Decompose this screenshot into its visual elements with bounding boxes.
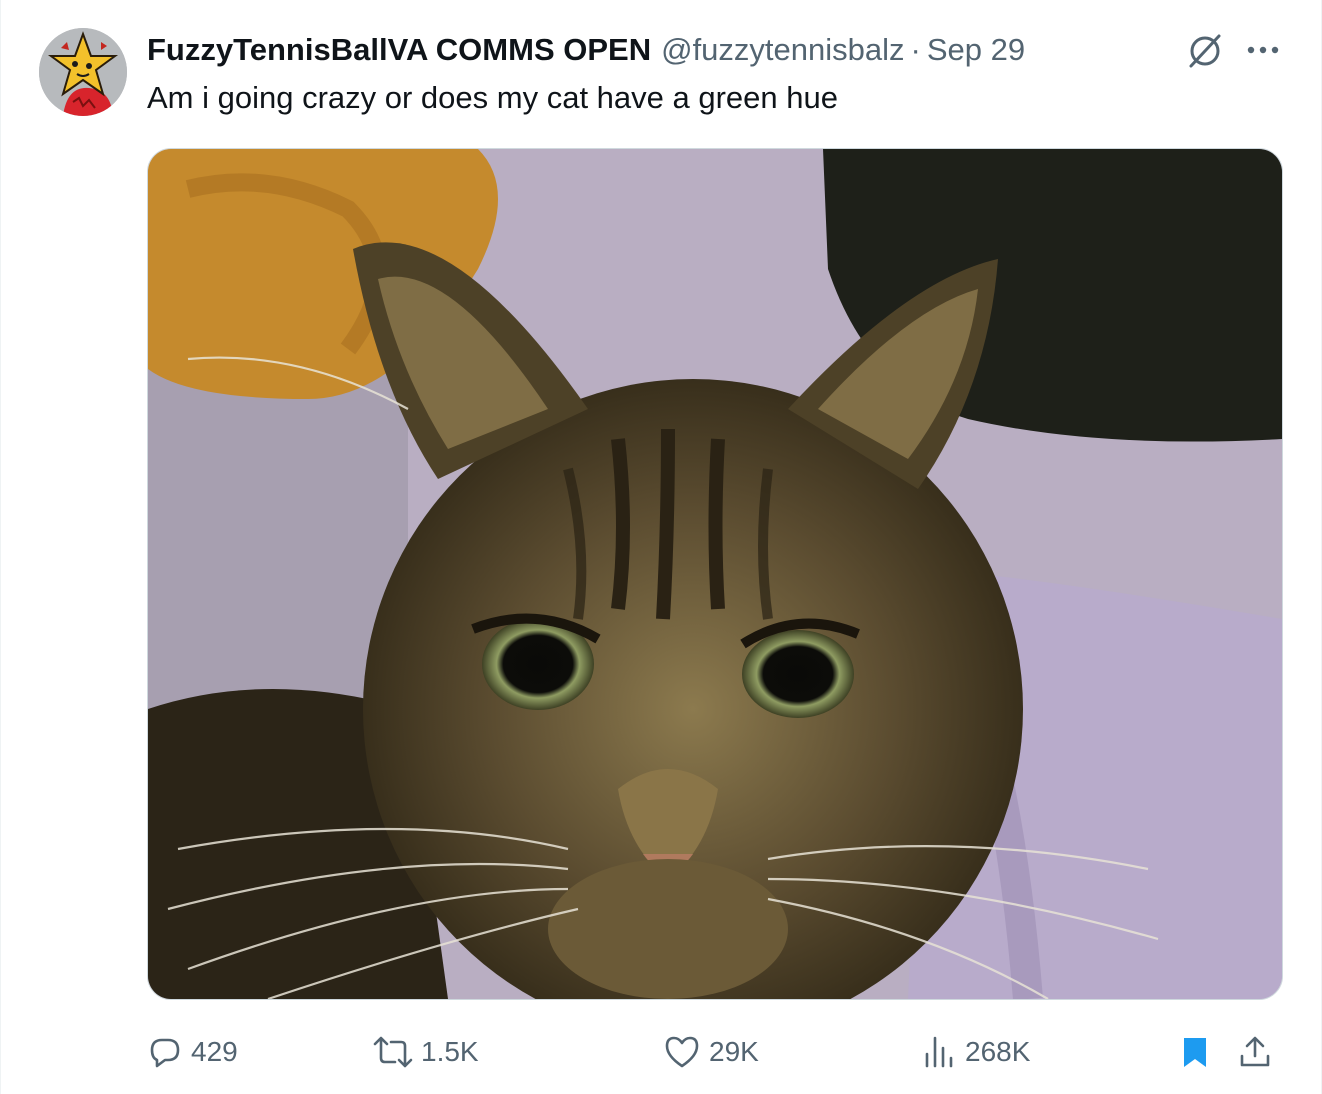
like-icon — [665, 1036, 699, 1068]
repost-icon — [373, 1036, 413, 1068]
avatar[interactable] — [39, 28, 127, 116]
reply-icon — [150, 1038, 180, 1068]
repost-button[interactable]: 1.5K — [373, 1024, 479, 1080]
views-icon — [925, 1036, 953, 1068]
views-count: 268K — [965, 1036, 1031, 1067]
reply-button[interactable]: 429 — [147, 1024, 238, 1080]
action-bar: 429 1.5K 29K 268K — [147, 1024, 1287, 1080]
more-icon[interactable] — [1241, 32, 1285, 68]
tweet-text: Am i going crazy or does my cat have a g… — [147, 80, 838, 115]
tweet-media[interactable] — [147, 148, 1283, 1000]
post-date[interactable]: Sep 29 — [927, 32, 1025, 68]
user-handle[interactable]: @fuzzytennisbalz — [661, 32, 904, 68]
views-button[interactable]: 268K — [921, 1024, 1030, 1080]
bookmark-icon — [1184, 1038, 1206, 1067]
separator-dot: · — [910, 32, 921, 67]
share-button[interactable] — [1237, 1024, 1281, 1080]
like-button[interactable]: 29K — [663, 1024, 759, 1080]
share-icon — [1240, 1036, 1270, 1067]
tweet-header: FuzzyTennisBallVA COMMS OPEN @fuzzytenni… — [147, 30, 1025, 70]
repost-count: 1.5K — [421, 1036, 479, 1067]
avatar-image — [39, 28, 127, 116]
display-name[interactable]: FuzzyTennisBallVA COMMS OPEN — [147, 32, 651, 68]
reply-count: 429 — [191, 1036, 238, 1067]
bookmark-button[interactable] — [1177, 1024, 1221, 1080]
grok-icon[interactable] — [1185, 30, 1225, 70]
cat-photo — [148, 149, 1282, 999]
tweet-card: FuzzyTennisBallVA COMMS OPEN @fuzzytenni… — [0, 0, 1322, 1094]
like-count: 29K — [709, 1036, 759, 1067]
